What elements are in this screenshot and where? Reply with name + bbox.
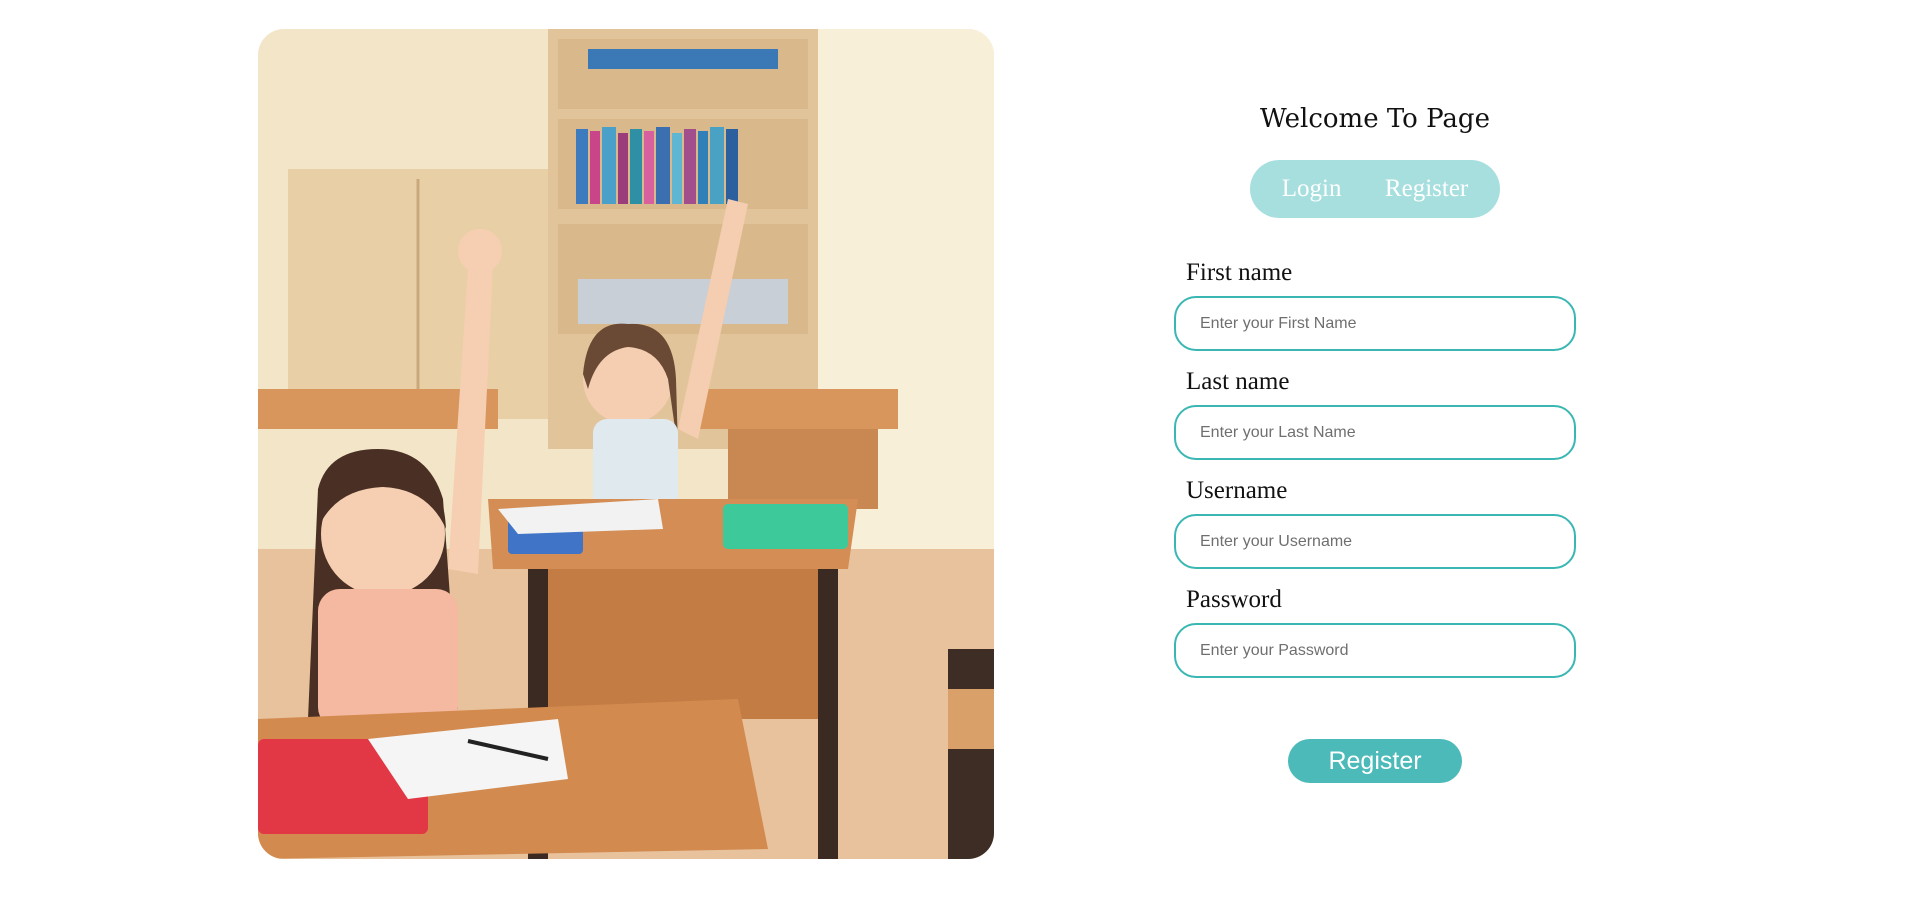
username-field: Username: [1174, 476, 1576, 569]
last-name-field: Last name: [1174, 367, 1576, 460]
register-page: Welcome To Page Login Register First nam…: [0, 0, 1918, 923]
password-input[interactable]: [1174, 623, 1576, 678]
username-label: Username: [1186, 477, 1288, 504]
register-submit-button[interactable]: Register: [1288, 739, 1462, 783]
username-input[interactable]: [1174, 514, 1576, 569]
password-field: Password: [1174, 585, 1576, 678]
tab-login[interactable]: Login: [1272, 169, 1352, 209]
first-name-field: First name: [1174, 258, 1576, 351]
auth-toggle: Login Register: [1250, 160, 1500, 218]
page-title: Welcome To Page: [1260, 104, 1490, 134]
password-label: Password: [1186, 586, 1282, 613]
classroom-photo: [258, 29, 994, 859]
tab-register[interactable]: Register: [1375, 169, 1478, 209]
register-panel: Welcome To Page Login Register First nam…: [1170, 0, 1580, 923]
first-name-input[interactable]: [1174, 296, 1576, 351]
first-name-label: First name: [1186, 259, 1293, 286]
last-name-label: Last name: [1186, 368, 1290, 395]
last-name-input[interactable]: [1174, 405, 1576, 460]
